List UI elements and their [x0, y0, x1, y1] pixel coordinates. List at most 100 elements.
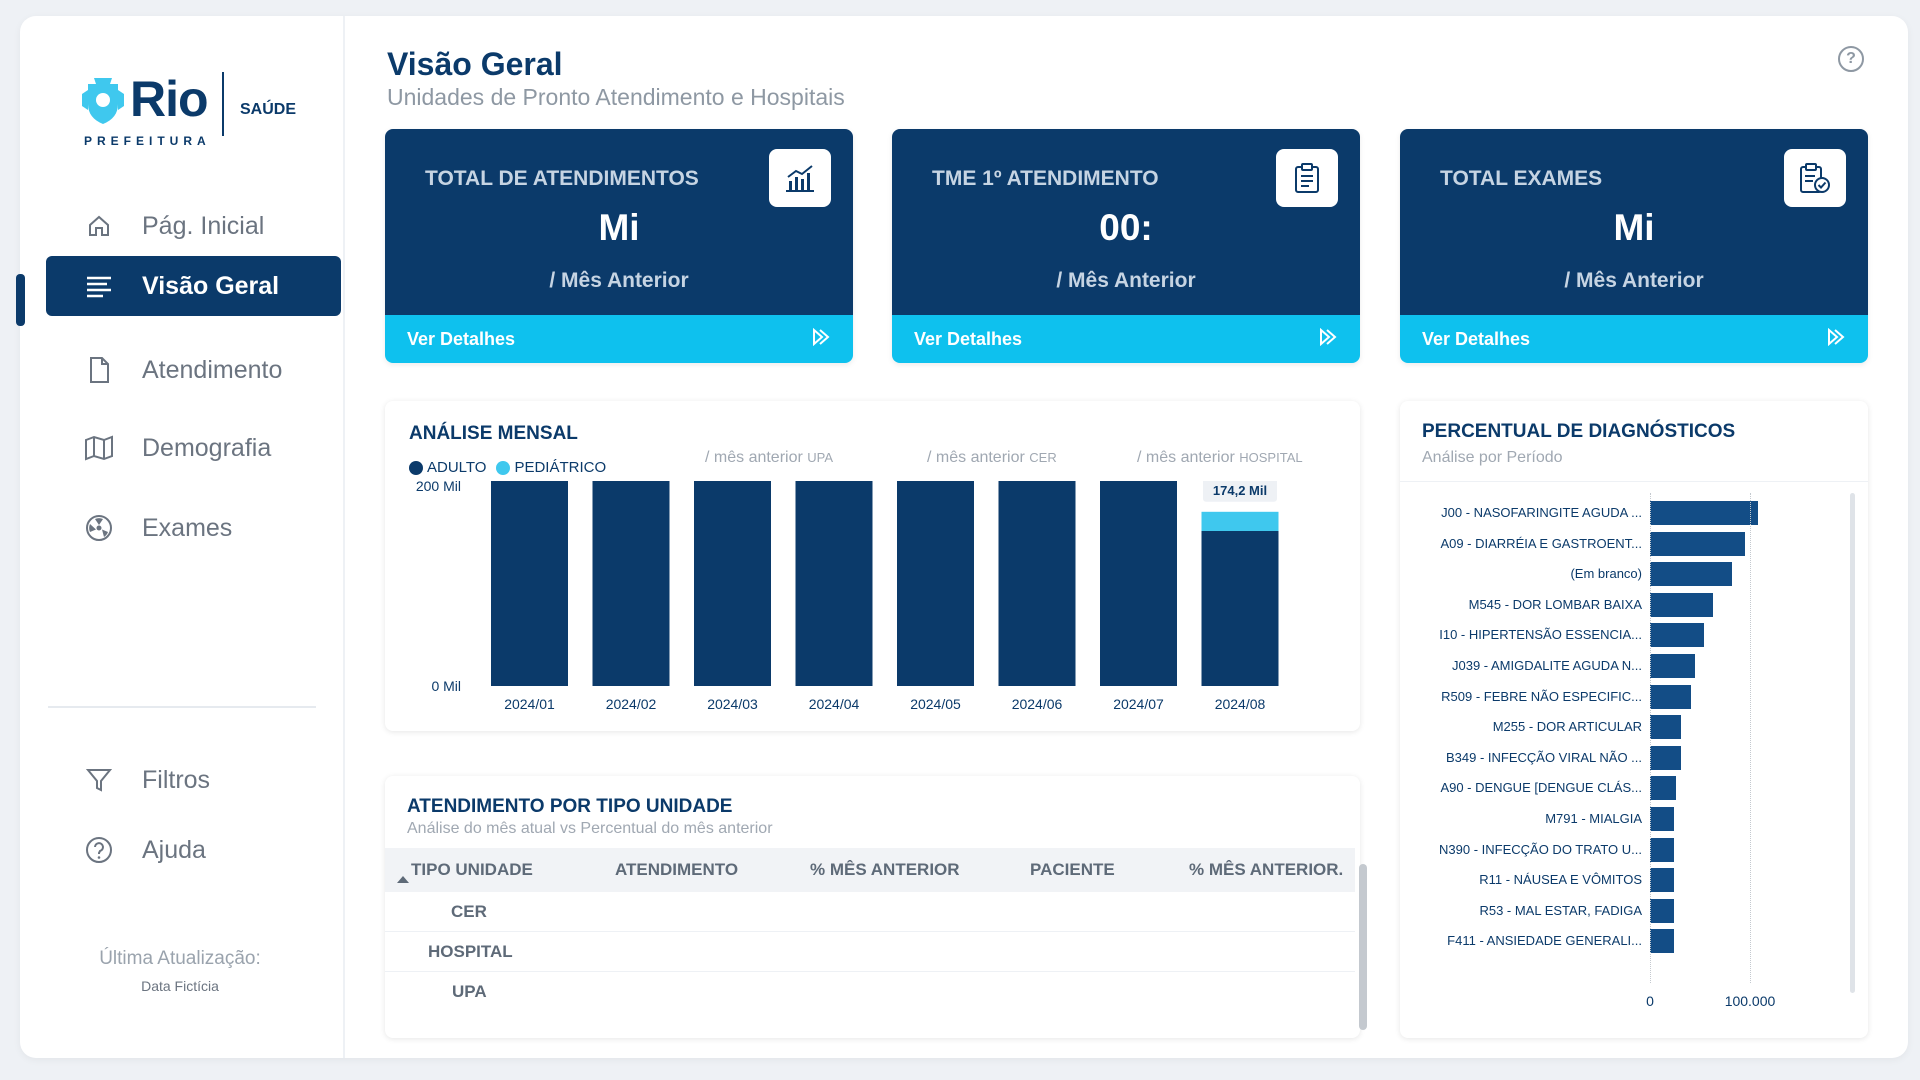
diagnostic-label: J00 - NASOFARINGITE AGUDA ... [1441, 505, 1642, 520]
nav-item-label: Exames [142, 513, 233, 542]
diagnostic-bar[interactable] [1650, 592, 1713, 617]
sort-asc-icon[interactable] [397, 876, 409, 883]
gridline [1750, 493, 1751, 983]
diagnostic-bar[interactable] [1650, 501, 1758, 525]
total-data-label: 174,2 Mil [1213, 483, 1267, 498]
diagnostic-bar[interactable] [1650, 776, 1676, 801]
column-header-paciente[interactable]: PACIENTE [1030, 860, 1115, 880]
table-row[interactable]: UPA [385, 972, 1355, 1012]
bar-adulto[interactable] [491, 481, 568, 686]
diagnostic-bar[interactable] [1650, 929, 1674, 954]
legend-dot-pediatrico [496, 460, 511, 475]
y-tick-label: 0 Mil [431, 678, 461, 694]
bar-adulto[interactable] [694, 481, 771, 686]
page-title: Visão Geral [387, 46, 563, 82]
diagnostic-label: M255 - DOR ARTICULAR [1492, 719, 1642, 735]
x-tick-label: 2024/06 [1012, 696, 1063, 712]
chart-legend: ADULTO PEDIÁTRICO [409, 459, 616, 476]
diagnostic-label: B349 - INFECÇÃO VIRAL NÃO ... [1445, 749, 1642, 765]
table-subtitle: Análise do mês atual vs Percentual do mê… [407, 820, 773, 837]
x-tick-label: 2024/04 [809, 696, 860, 712]
kpi-details-link[interactable]: Ver Detalhes [1400, 315, 1868, 363]
kpi-details-link[interactable]: Ver Detalhes [385, 315, 853, 363]
monthly-analysis-panel: ANÁLISE MENSAL ADULTO PEDIÁTRICO / mês a… [385, 401, 1360, 731]
clipboard-check-icon [1784, 149, 1846, 207]
diagnostic-label: R509 - FEBRE NÃO ESPECIFIC... [1441, 688, 1642, 704]
bar-adulto[interactable] [1100, 481, 1177, 686]
diagnostic-bar[interactable] [1650, 807, 1674, 831]
table-row[interactable]: CER [385, 892, 1355, 932]
x-tick-label: 2024/07 [1113, 696, 1164, 712]
nav-item-visao-geral[interactable]: Visão Geral [46, 256, 341, 316]
bar-adulto[interactable] [897, 481, 974, 686]
diagnostic-bar[interactable] [1650, 654, 1695, 678]
diagnostic-label: A90 - DENGUE [DENGUE CLÁS... [1440, 780, 1642, 796]
diagnostic-bar[interactable] [1650, 684, 1691, 709]
diagnostic-bar[interactable] [1650, 868, 1674, 893]
column-header-tipo-unidade[interactable]: TIPO UNIDADE [411, 860, 533, 880]
diagnostic-label: M791 - MIALGIA [1545, 811, 1642, 826]
bar-adulto[interactable] [998, 481, 1076, 686]
diagnostic-bar[interactable] [1650, 898, 1674, 923]
diagnostics-scrollbar[interactable] [1850, 493, 1855, 993]
nav-item-demografia[interactable]: Demografia [46, 418, 341, 478]
monthly-title: ANÁLISE MENSAL [409, 423, 578, 444]
x-tick-label: 2024/01 [504, 696, 555, 712]
nav-item-filtros[interactable]: Filtros [46, 750, 341, 810]
kpi-details-link[interactable]: Ver Detalhes [892, 315, 1360, 363]
active-indicator [16, 274, 25, 326]
diagnostic-label: (Em branco) [1570, 566, 1642, 582]
kpi-value: 00: [1099, 207, 1153, 248]
diagnostic-bar[interactable] [1650, 837, 1674, 862]
map-icon [84, 433, 114, 463]
column-header-mes-anterior-2[interactable]: % MÊS ANTERIOR. [1189, 860, 1343, 880]
prev-month-upa-label: / mês anterior UPA [705, 449, 833, 467]
kpi-title: TOTAL DE ATENDIMENTOS [425, 167, 699, 190]
bar-adulto[interactable] [592, 481, 670, 686]
kpi-link-label: Ver Detalhes [407, 328, 516, 349]
sidebar: Rio PREFEITURA SAÚDE Pág. Inicial Visão … [16, 16, 345, 1058]
legend-item-pediatrico[interactable]: PEDIÁTRICO [496, 459, 606, 476]
diagnostic-bar[interactable] [1650, 623, 1704, 648]
legend-item-adulto[interactable]: ADULTO [409, 459, 486, 476]
diagnostic-bar[interactable] [1650, 531, 1745, 556]
diagnostic-bar[interactable] [1650, 562, 1732, 587]
diagnostics-bar-chart: J00 - NASOFARINGITE AGUDA ... A09 - DIARR… [1400, 485, 1868, 1035]
x-tick-label: 0 [1646, 993, 1654, 1009]
kpi-title: TME 1º ATENDIMENTO [932, 167, 1159, 190]
kpi-title: TOTAL EXAMES [1440, 167, 1603, 190]
column-header-mes-anterior[interactable]: % MÊS ANTERIOR [810, 860, 960, 880]
legend-label: PEDIÁTRICO [514, 459, 607, 476]
unit-type-table-panel: ATENDIMENTO POR TIPO UNIDADE Análise do … [385, 776, 1367, 1038]
help-button[interactable]: ? [1838, 46, 1864, 72]
diagnostic-label: N390 - INFECÇÃO DO TRATO U... [1439, 841, 1642, 857]
diagnostic-bar[interactable] [1650, 715, 1681, 740]
nav-item-exames[interactable]: Exames [46, 498, 341, 558]
help-icon [84, 835, 114, 865]
bar-adulto[interactable] [1201, 531, 1279, 686]
table-scrollbar[interactable] [1359, 864, 1367, 1030]
forward-icon [1826, 327, 1846, 351]
prev-month-text: / mês anterior [1137, 449, 1235, 466]
nav-item-label: Visão Geral [142, 271, 280, 300]
monthly-bar-chart: 0 Mil200 Mil2024/01243,8 Mil2024/02265,4… [416, 481, 1279, 712]
table-title: ATENDIMENTO POR TIPO UNIDADE [407, 796, 733, 817]
table-row[interactable]: HOSPITAL [385, 932, 1355, 972]
prev-month-text: / mês anterior [927, 449, 1025, 466]
kpi-subtitle: / Mês Anterior [1056, 269, 1196, 292]
x-tick-label: 2024/05 [910, 696, 961, 712]
prev-month-text: / mês anterior [705, 449, 803, 466]
bar-adulto[interactable] [795, 481, 873, 686]
home-icon [84, 211, 114, 241]
x-tick-label: 2024/08 [1215, 696, 1266, 712]
diagnostic-label: J039 - AMIGDALITE AGUDA N... [1451, 658, 1642, 673]
nav-item-atendimento[interactable]: Atendimento [46, 340, 341, 400]
diagnostic-bar[interactable] [1650, 745, 1681, 770]
nav-item-label: Pág. Inicial [142, 211, 265, 240]
document-icon [84, 355, 114, 385]
nav-item-ajuda[interactable]: Ajuda [46, 820, 341, 880]
nav-item-home[interactable]: Pág. Inicial [46, 196, 341, 256]
kpi-link-label: Ver Detalhes [914, 328, 1023, 349]
column-header-atendimento[interactable]: ATENDIMENTO [615, 860, 738, 880]
bar-pediatrico[interactable] [1201, 511, 1279, 531]
